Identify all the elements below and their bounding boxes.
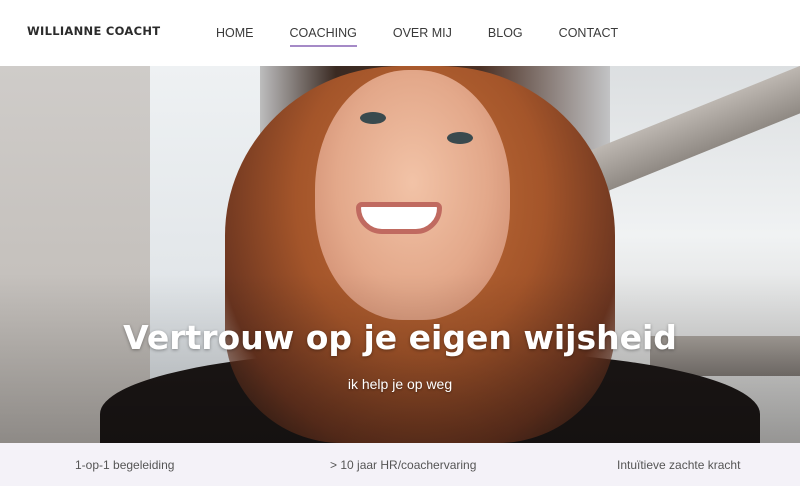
nav-blog[interactable]: BLOG <box>488 0 523 66</box>
site-header: WILLIANNE COACHT HOME COACHING OVER MIJ … <box>0 0 800 66</box>
main-nav: HOME COACHING OVER MIJ BLOG CONTACT <box>216 0 654 66</box>
feature-item: > 10 jaar HR/coachervaring <box>330 458 477 472</box>
feature-item: 1-op-1 begeleiding <box>75 458 175 472</box>
hero-title: Vertrouw op je eigen wijsheid <box>123 318 677 357</box>
nav-contact[interactable]: CONTACT <box>559 0 619 66</box>
hero-section: Vertrouw op je eigen wijsheid ik help je… <box>0 66 800 443</box>
nav-home[interactable]: HOME <box>216 0 254 66</box>
hero-subtitle: ik help je op weg <box>347 376 453 392</box>
feature-item: Intuïtieve zachte kracht <box>617 458 741 472</box>
nav-over-mij[interactable]: OVER MIJ <box>393 0 452 66</box>
site-logo[interactable]: WILLIANNE COACHT <box>27 24 160 38</box>
nav-coaching[interactable]: COACHING <box>289 0 358 66</box>
features-bar: 1-op-1 begeleiding > 10 jaar HR/coacherv… <box>0 443 800 486</box>
